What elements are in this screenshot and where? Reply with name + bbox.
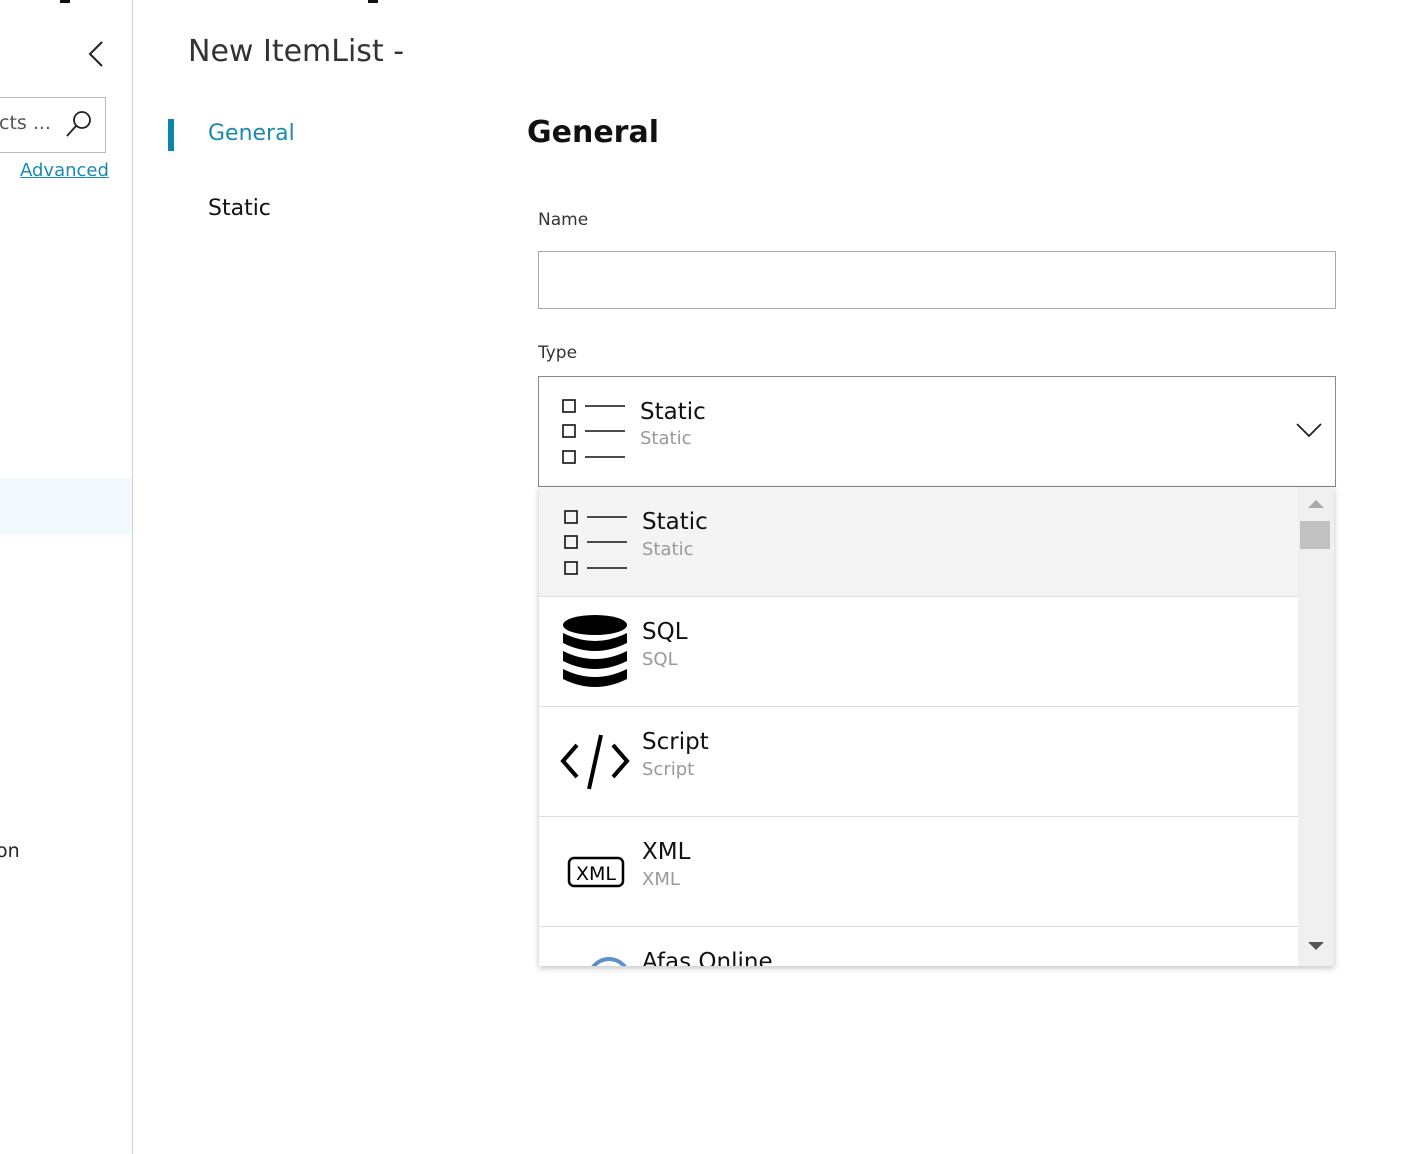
scroll-up-icon[interactable]	[1308, 499, 1324, 509]
page-title: New ItemList -	[188, 34, 405, 69]
name-input[interactable]	[538, 251, 1336, 309]
search-placeholder: cts ...	[0, 112, 51, 134]
afas-icon	[591, 957, 627, 966]
chevron-down-icon[interactable]	[1295, 421, 1323, 439]
nav-item-general[interactable]: General	[208, 121, 295, 146]
selected-title: Static	[640, 399, 706, 425]
option-title: Afas Online	[642, 949, 773, 966]
option-subtitle: Static	[642, 539, 694, 560]
option-subtitle: Script	[642, 759, 695, 780]
database-icon	[563, 615, 627, 687]
nav-active-indicator	[168, 119, 174, 151]
section-heading: General	[527, 115, 659, 150]
svg-text:XML: XML	[576, 863, 616, 885]
option-title: Static	[642, 509, 708, 535]
option-static[interactable]: Static Static	[539, 487, 1298, 597]
advanced-link[interactable]: Advanced	[20, 160, 109, 181]
option-title: XML	[642, 839, 691, 865]
sidebar-item-selected[interactable]	[0, 478, 132, 535]
checklist-icon	[562, 399, 625, 464]
sidebar-item-partial[interactable]: on	[0, 840, 20, 862]
scroll-down-icon[interactable]	[1308, 941, 1324, 951]
scrollbar-thumb[interactable]	[1300, 521, 1330, 549]
top-mark	[368, 0, 378, 3]
type-label: Type	[538, 343, 578, 363]
top-mark	[60, 0, 70, 3]
option-afas-online[interactable]: Afas Online	[539, 927, 1298, 966]
search-input[interactable]: cts ...	[0, 97, 106, 153]
name-label: Name	[538, 210, 589, 230]
option-title: SQL	[642, 619, 688, 645]
checklist-icon	[564, 510, 627, 575]
dropdown-scrollbar[interactable]	[1298, 487, 1334, 966]
option-subtitle: SQL	[642, 649, 678, 670]
option-subtitle: XML	[642, 869, 680, 890]
search-icon[interactable]	[65, 110, 93, 138]
type-select[interactable]: Static Static	[538, 376, 1336, 487]
xml-icon: XML	[567, 856, 625, 888]
option-sql[interactable]: SQL SQL	[539, 597, 1298, 707]
code-icon	[560, 734, 630, 790]
option-script[interactable]: Script Script	[539, 707, 1298, 817]
type-dropdown-list: Static Static SQL SQL Script Script XML …	[539, 487, 1334, 966]
collapse-chevron-icon[interactable]	[86, 40, 106, 70]
option-xml[interactable]: XML XML XML	[539, 817, 1298, 927]
sidebar: cts ... Advanced on	[0, 0, 133, 1154]
option-title: Script	[642, 729, 709, 755]
selected-subtitle: Static	[640, 428, 692, 449]
nav-item-static[interactable]: Static	[208, 196, 271, 221]
